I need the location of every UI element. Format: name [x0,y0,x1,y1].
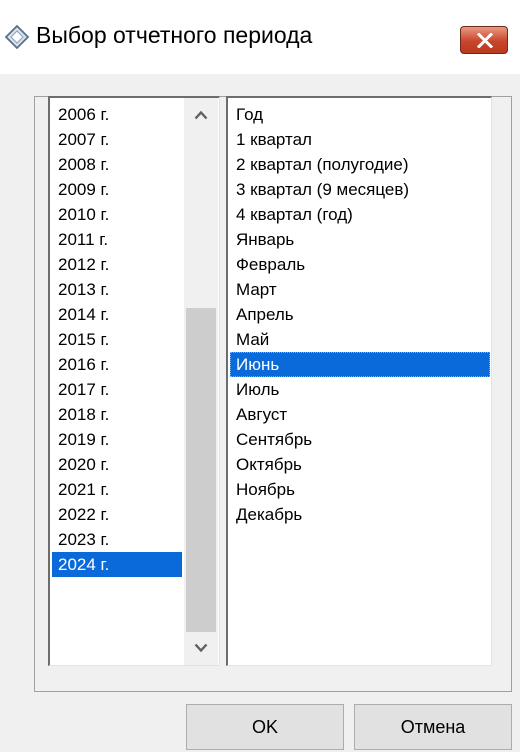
periods-listbox[interactable]: Год 1 квартал 2 квартал (полугодие) 3 кварт… [226,96,492,666]
period-list-item[interactable]: Ноябрь [230,477,490,502]
year-list-item[interactable]: 2021 г. [52,477,182,502]
years-scrollbar[interactable] [184,98,218,665]
year-list-item[interactable]: 2011 г. [52,227,182,252]
period-list-item[interactable]: 3 квартал (9 месяцев) [230,177,490,202]
period-list-item[interactable]: Февраль [230,252,490,277]
period-list-item[interactable]: Апрель [230,302,490,327]
period-list-item[interactable]: Год [230,102,490,127]
year-list-item[interactable]: 2013 г. [52,277,182,302]
year-list-item[interactable]: 2008 г. [52,152,182,177]
chevron-up-icon [194,110,208,120]
year-list-item[interactable]: 2007 г. [52,127,182,152]
period-selection-dialog: Выбор отчетного периода 2006 г. 2007 г. 20… [0,0,520,752]
year-list-item[interactable]: 2015 г. [52,327,182,352]
period-list-item[interactable]: Январь [230,227,490,252]
ok-button[interactable]: OK [186,704,344,750]
chevron-down-icon [194,643,208,653]
year-list-item[interactable]: 2012 г. [52,252,182,277]
year-list-item[interactable]: 2023 г. [52,527,182,552]
period-list-item[interactable]: Июнь [230,352,490,377]
diamond-icon [2,22,32,52]
year-list-item[interactable]: 2019 г. [52,427,182,452]
period-list-item[interactable]: Май [230,327,490,352]
years-listbox[interactable]: 2006 г. 2007 г. 2008 г. 2009 г. 2010 г. 2011 … [48,96,220,666]
year-list-item[interactable]: 2018 г. [52,402,182,427]
year-list-item[interactable]: 2022 г. [52,502,182,527]
period-list-item[interactable]: Декабрь [230,502,490,527]
scroll-up-button[interactable] [184,98,218,132]
year-list-item[interactable]: 2014 г. [52,302,182,327]
period-list-item[interactable]: Март [230,277,490,302]
period-list-item[interactable]: Июль [230,377,490,402]
year-list-item[interactable]: 2009 г. [52,177,182,202]
scroll-down-button[interactable] [184,631,218,665]
year-list-item[interactable]: 2006 г. [52,102,182,127]
dialog-body: 2006 г. 2007 г. 2008 г. 2009 г. 2010 г. 2011 … [10,74,520,752]
period-list-item[interactable]: 4 квартал (год) [230,202,490,227]
periods-items: Год 1 квартал 2 квартал (полугодие) 3 кварт… [230,102,490,527]
cancel-button[interactable]: Отмена [354,704,512,750]
period-list-item[interactable]: Сентябрь [230,427,490,452]
years-items: 2006 г. 2007 г. 2008 г. 2009 г. 2010 г. 2011 … [52,102,182,577]
title-bar[interactable]: Выбор отчетного периода [0,0,520,74]
year-list-item[interactable]: 2020 г. [52,452,182,477]
period-list-item[interactable]: 2 квартал (полугодие) [230,152,490,177]
year-list-item[interactable]: 2024 г. [52,552,182,577]
scroll-thumb[interactable] [186,308,216,632]
period-list-item[interactable]: Август [230,402,490,427]
year-list-item[interactable]: 2017 г. [52,377,182,402]
period-list-item[interactable]: 1 квартал [230,127,490,152]
period-list-item[interactable]: Октябрь [230,452,490,477]
year-list-item[interactable]: 2016 г. [52,352,182,377]
window-title: Выбор отчетного периода [36,22,313,48]
close-button[interactable] [460,26,508,54]
close-icon [477,33,493,48]
year-list-item[interactable]: 2010 г. [52,202,182,227]
